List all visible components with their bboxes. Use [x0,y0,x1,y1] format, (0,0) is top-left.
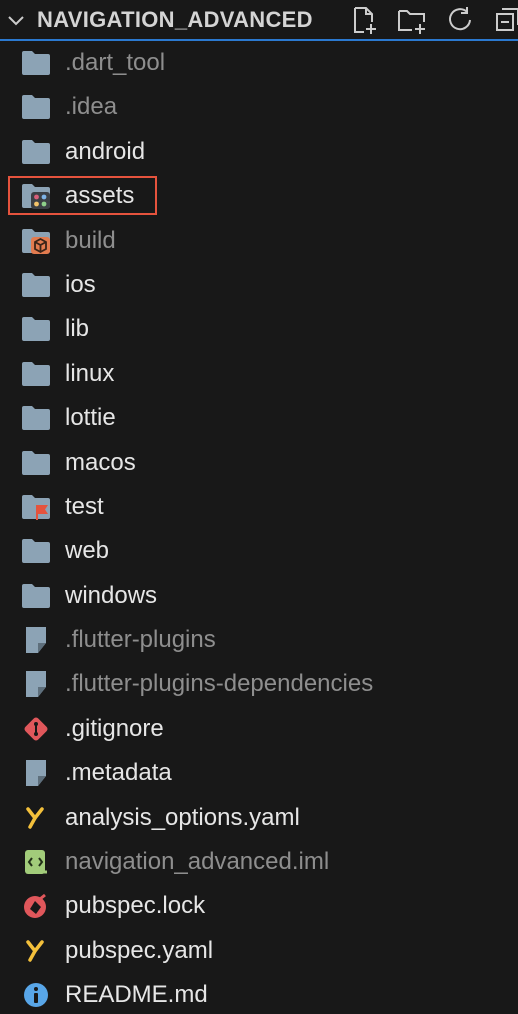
tree-item[interactable]: windows [0,574,518,618]
folder-icon [20,582,52,610]
file-icon [20,626,52,654]
tree-item[interactable]: linux [0,352,518,396]
tree-item[interactable]: ios [0,263,518,307]
tree-item[interactable]: .flutter-plugins-dependencies [0,662,518,706]
tree-item[interactable]: analysis_options.yaml [0,796,518,840]
file-tree: .dart_tool .idea android assets build io… [0,41,518,1014]
folder-icon [20,360,52,388]
tree-item-label: test [65,492,104,520]
new-folder-button[interactable] [396,4,428,36]
folder-icon [20,271,52,299]
tree-item-label: lib [65,315,90,343]
tree-item[interactable]: pubspec.yaml [0,929,518,973]
tree-item-label: .metadata [65,759,172,787]
tree-item[interactable]: assets [0,174,518,218]
collapse-all-icon [496,8,518,31]
new-file-icon [354,7,376,34]
tree-item[interactable]: README.md [0,973,518,1014]
refresh-button[interactable] [444,4,476,36]
tree-item-label: analysis_options.yaml [65,803,300,831]
info-icon [20,981,52,1009]
tree-item[interactable]: .flutter-plugins [0,618,518,662]
tree-item[interactable]: build [0,219,518,263]
tree-item-label: .dart_tool [65,49,166,76]
file-icon [20,670,52,698]
new-folder-icon [398,10,425,34]
tree-item-label: pubspec.yaml [65,936,214,964]
folder-icon [20,449,52,477]
tree-item-label: .idea [65,93,118,121]
tree-item[interactable]: web [0,529,518,573]
tree-item[interactable]: macos [0,441,518,485]
tree-item[interactable]: lottie [0,396,518,440]
tree-item-label: navigation_advanced.iml [65,848,330,876]
folder-icon [20,138,52,166]
build-folder-icon [20,227,52,255]
tree-item[interactable]: lib [0,307,518,351]
file-icon [20,759,52,787]
folder-icon [20,93,52,121]
tree-item[interactable]: android [0,130,518,174]
new-file-button[interactable] [348,4,380,36]
tree-item[interactable]: .idea [0,85,518,129]
folder-icon [20,404,52,432]
refresh-icon [449,7,471,31]
test-folder-icon [20,493,52,521]
assets-folder-icon [20,182,52,210]
collapse-all-button[interactable] [492,4,518,36]
folder-icon [20,49,52,77]
tree-item-label: web [65,537,110,565]
tree-item[interactable]: test [0,485,518,529]
explorer-title: NAVIGATION_ADVANCED [37,7,313,32]
folder-icon [20,537,52,565]
tree-item-label: .flutter-plugins [65,626,216,654]
tree-item-label: .flutter-plugins-dependencies [65,670,374,698]
tree-item[interactable]: pubspec.lock [0,884,518,928]
tree-item[interactable]: .dart_tool [0,41,518,85]
tree-item[interactable]: navigation_advanced.iml [0,840,518,884]
tree-item-label: README.md [65,981,208,1009]
tree-item-label: .gitignore [65,714,164,742]
chevron-down-icon[interactable] [6,10,26,30]
yaml-icon [20,804,52,832]
tree-item-label: macos [65,448,136,476]
tree-item-label: linux [65,359,115,387]
folder-icon [20,315,52,343]
git-icon [20,715,52,743]
explorer-panel: NAVIGATION_ADVANCED .dart_tool .idea and… [0,0,518,1014]
tree-item[interactable]: .metadata [0,751,518,795]
tree-item-label: lottie [65,404,116,432]
iml-icon [20,848,52,876]
yaml-icon [20,937,52,965]
tree-item-label: assets [65,182,135,210]
explorer-header[interactable]: NAVIGATION_ADVANCED [0,0,518,39]
tree-item-label: build [65,226,116,254]
tree-item-label: android [65,137,146,165]
tree-item-label: ios [65,270,96,298]
lock-icon [20,892,52,920]
tree-item[interactable]: .gitignore [0,707,518,751]
tree-item-label: pubspec.lock [65,892,206,920]
tree-item-label: windows [65,581,158,609]
